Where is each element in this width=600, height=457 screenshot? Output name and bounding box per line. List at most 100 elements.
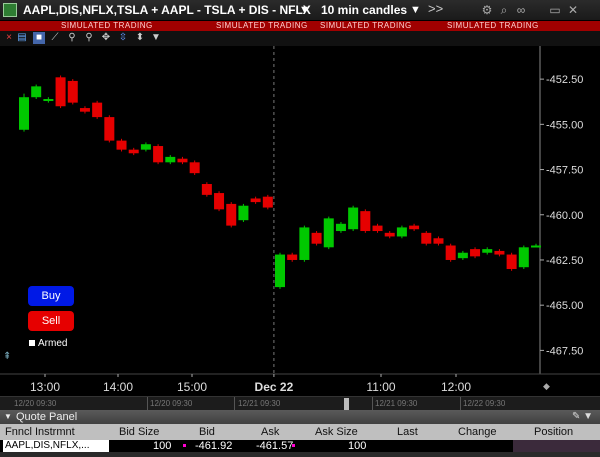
- interval-selector[interactable]: 10 min candles: [321, 3, 407, 17]
- timeline-label: 12/20 09:30: [150, 399, 193, 408]
- candle-down: [177, 158, 188, 163]
- close-icon[interactable]: ✕: [566, 3, 580, 17]
- armed-toggle[interactable]: Armed: [29, 338, 67, 349]
- armed-checkbox[interactable]: [29, 340, 35, 347]
- timeline-navigator[interactable]: 12/20 09:30 12/20 09:30 12/21 09:30 12/2…: [0, 396, 600, 411]
- candle-down: [128, 149, 139, 154]
- candle-down: [67, 80, 78, 103]
- y-tick-label: -465.00: [546, 300, 583, 312]
- simulated-label: SIMULATED TRADING: [61, 21, 153, 30]
- simulated-label: SIMULATED TRADING: [216, 21, 308, 30]
- candle-down: [360, 211, 371, 232]
- collapse-icon[interactable]: ▼: [4, 412, 12, 421]
- candle-down: [226, 203, 237, 226]
- candle-up: [323, 218, 334, 248]
- x-tick-label: 12:00: [441, 380, 471, 394]
- window-title[interactable]: AAPL,DIS,NFLX,TSLA + AAPL - TSLA + DIS -…: [23, 3, 311, 17]
- timeline-label: 12/21 09:30: [375, 399, 418, 408]
- stack-icon[interactable]: ▤: [16, 32, 28, 44]
- column-header[interactable]: Position: [534, 426, 573, 438]
- column-header[interactable]: Fnncl Instrmnt: [5, 426, 75, 438]
- quote-table-header: Fnncl Instrmnt Bid Size Bid Ask Ask Size…: [0, 424, 600, 440]
- x-tick-label: Dec 22: [255, 380, 294, 394]
- close-x-icon[interactable]: ×: [3, 32, 15, 44]
- column-header[interactable]: Change: [458, 426, 497, 438]
- timeline-handle[interactable]: [344, 398, 349, 410]
- candle-up: [275, 254, 285, 288]
- candle-up: [299, 227, 310, 260]
- armed-label: Armed: [38, 338, 68, 349]
- candle-down: [506, 254, 517, 270]
- panel-settings-icon[interactable]: ✎ ▼: [572, 411, 593, 422]
- more-options-button[interactable]: >>: [428, 1, 443, 16]
- candle-down: [433, 238, 444, 244]
- simulated-label: SIMULATED TRADING: [320, 21, 412, 30]
- price-chart[interactable]: -452.50 -455.00 -457.50 -460.00 -462.50 -465.…: [0, 46, 600, 396]
- magnifier-minus-icon[interactable]: ⚲: [83, 32, 95, 44]
- ask-size-cell: 100: [348, 440, 367, 452]
- candle-down: [311, 232, 322, 244]
- column-header[interactable]: Ask Size: [315, 426, 358, 438]
- column-header[interactable]: Last: [397, 426, 418, 438]
- zoom-icon[interactable]: ⇳: [117, 32, 129, 44]
- title-dropdown-icon[interactable]: ▼: [299, 4, 310, 16]
- timeline-label: 12/20 09:30: [14, 399, 57, 408]
- timeline-label: 12/22 09:30: [463, 399, 506, 408]
- column-header[interactable]: Ask: [261, 426, 279, 438]
- sell-button[interactable]: Sell: [28, 311, 74, 331]
- candle-up: [396, 227, 407, 237]
- candle-up: [457, 252, 468, 259]
- column-header[interactable]: Bid: [199, 426, 215, 438]
- chart-toolbar: × ▤ ■ ⟋ ⚲ ⚲ ✥ ⇳ ⬍ ▼: [0, 31, 600, 46]
- layout-icon[interactable]: ⬍: [134, 32, 146, 44]
- candle-down: [409, 225, 420, 230]
- candle-down: [214, 193, 225, 210]
- candle-down: [445, 245, 456, 260]
- axis-corner-icon: ◆: [543, 382, 550, 392]
- table-row[interactable]: AAPL,DIS,NFLX,... 100 -461.92 -461.57 10…: [0, 440, 600, 452]
- search-icon[interactable]: ⌕: [497, 3, 511, 17]
- gear-icon[interactable]: ⚙: [480, 3, 494, 17]
- instrument-cell[interactable]: AAPL,DIS,NFLX,...: [3, 440, 109, 452]
- chart-app-icon: [3, 3, 17, 17]
- restore-icon[interactable]: ▭: [548, 3, 562, 17]
- candle-down: [116, 140, 127, 150]
- dropdown-icon[interactable]: ▼: [150, 32, 162, 44]
- x-tick-label: 13:00: [30, 380, 60, 394]
- candle-down: [494, 250, 505, 255]
- candle-up: [43, 99, 54, 102]
- candle-up: [238, 205, 249, 221]
- candle-up: [531, 245, 541, 248]
- candle-up: [140, 144, 151, 150]
- bid-size-cell: 100: [153, 440, 172, 452]
- candle-up: [335, 223, 346, 232]
- candle-up: [482, 249, 493, 253]
- quote-panel-header[interactable]: ▼ Quote Panel ✎ ▼: [0, 410, 600, 424]
- buy-button[interactable]: Buy: [28, 286, 74, 306]
- candle-up: [165, 156, 176, 163]
- draw-line-icon[interactable]: ⟋: [49, 32, 61, 44]
- scale-arrow-icon: ⇞: [3, 351, 11, 362]
- column-header[interactable]: Bid Size: [119, 426, 159, 438]
- candle-down: [421, 232, 432, 244]
- bid-cell[interactable]: -461.92: [195, 440, 232, 452]
- candle-down: [384, 232, 395, 237]
- timeline-divider: [460, 397, 461, 411]
- timeline-divider: [234, 397, 235, 411]
- interval-dropdown-icon[interactable]: ▼: [410, 4, 421, 16]
- timeline-divider: [372, 397, 373, 411]
- y-tick-label: -460.00: [546, 210, 583, 222]
- window-icon[interactable]: ■: [33, 32, 45, 44]
- ask-marker: [292, 444, 295, 447]
- candle-down: [153, 146, 164, 163]
- candle-down: [287, 254, 298, 260]
- candlestick-chart[interactable]: -452.50 -455.00 -457.50 -460.00 -462.50 -465.…: [0, 46, 600, 396]
- candle-down: [262, 196, 273, 208]
- ask-cell[interactable]: -461.57: [256, 440, 293, 452]
- candle-down: [92, 102, 103, 118]
- window-titlebar: AAPL,DIS,NFLX,TSLA + AAPL - TSLA + DIS -…: [0, 0, 600, 21]
- link-icon[interactable]: ∞: [514, 3, 528, 17]
- y-tick-label: -462.50: [546, 255, 583, 267]
- crosshair-icon[interactable]: ✥: [100, 32, 112, 44]
- magnifier-plus-icon[interactable]: ⚲: [66, 32, 78, 44]
